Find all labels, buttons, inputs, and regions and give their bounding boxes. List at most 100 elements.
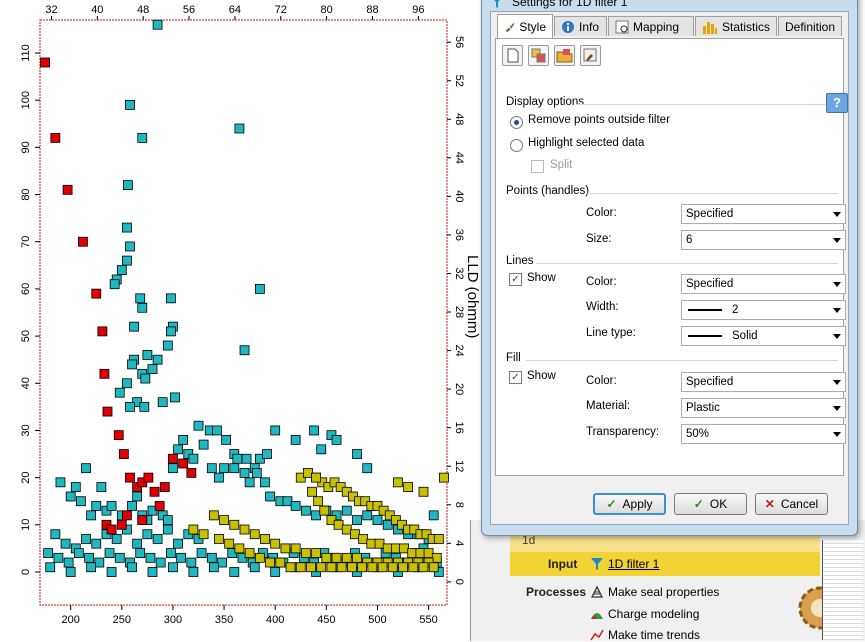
copy-style-button[interactable]	[528, 45, 549, 66]
fill-transparency-select[interactable]: 50%	[681, 424, 846, 444]
cancel-button[interactable]: ✕ Cancel	[755, 493, 828, 515]
divider	[576, 104, 836, 105]
process-item-trends[interactable]: Make time trends	[590, 628, 700, 642]
fill-color-select[interactable]: Specified	[681, 372, 846, 392]
data-point	[162, 340, 173, 351]
data-point	[352, 449, 362, 459]
x-top-tick-label: 56	[183, 4, 195, 16]
lines-show-label[interactable]: Show	[527, 272, 556, 284]
data-point	[307, 486, 317, 497]
lines-type-label: Line type:	[586, 327, 636, 339]
new-style-button[interactable]	[502, 45, 523, 66]
chevron-down-icon	[833, 308, 841, 313]
data-point	[162, 515, 173, 525]
data-point	[127, 359, 137, 370]
data-point	[352, 515, 362, 525]
lines-show-checkbox[interactable]: ✓	[509, 273, 522, 286]
apply-style-button[interactable]	[580, 45, 601, 66]
data-point	[104, 548, 115, 559]
input-value[interactable]: 1D filter 1	[590, 557, 659, 571]
dialog-title: Settings for 1D filter 1	[512, 0, 628, 9]
data-point	[244, 477, 255, 488]
x-tick-label: 250	[113, 614, 131, 626]
x-tick-label: 400	[266, 614, 284, 626]
data-point	[232, 453, 243, 464]
line-type-swatch	[688, 334, 722, 337]
data-point	[78, 236, 88, 247]
fill-show-checkbox[interactable]: ✓	[509, 371, 522, 384]
data-point	[300, 548, 311, 559]
data-point	[97, 326, 108, 337]
highlight-radio[interactable]	[510, 139, 523, 152]
tab-statistics[interactable]: Statistics	[695, 16, 777, 36]
process-item-charge[interactable]: Charge modeling	[590, 607, 699, 621]
lines-color-label: Color:	[586, 276, 617, 288]
data-point	[206, 463, 217, 474]
line-width-swatch	[688, 308, 722, 311]
data-point	[73, 548, 84, 559]
data-point	[224, 538, 235, 549]
data-point	[239, 468, 250, 478]
data-point	[372, 515, 383, 525]
data-point	[309, 425, 319, 436]
tab-info[interactable]: Info	[554, 16, 607, 36]
data-point	[251, 468, 262, 478]
remove-points-radio[interactable]	[510, 116, 523, 129]
fill-material-select[interactable]: Plastic	[681, 398, 846, 418]
lines-color-select[interactable]: Specified	[681, 274, 846, 294]
tab-style[interactable]: Style	[497, 14, 553, 38]
data-point	[168, 562, 178, 573]
seal-properties-icon	[590, 585, 604, 598]
data-point	[43, 548, 54, 559]
lines-type-select[interactable]: Solid	[681, 326, 846, 346]
fill-show-label[interactable]: Show	[527, 370, 556, 382]
data-point	[53, 552, 64, 563]
tab-label: Definition	[785, 19, 836, 34]
data-point	[165, 548, 176, 559]
ok-button[interactable]: ✓ OK	[674, 493, 747, 515]
split-checkbox[interactable]	[531, 160, 544, 173]
data-point	[159, 482, 170, 492]
data-point	[219, 515, 229, 525]
x-tick-label: 450	[317, 614, 335, 626]
time-trends-icon	[590, 629, 604, 641]
ok-label: OK	[709, 497, 728, 511]
data-point	[122, 378, 132, 389]
data-point	[331, 434, 342, 445]
points-color-select[interactable]: Specified	[681, 204, 846, 224]
highlight-label[interactable]: Highlight selected data	[528, 137, 644, 149]
data-point	[367, 562, 378, 573]
data-point	[147, 567, 158, 577]
data-point	[229, 567, 240, 577]
data-point	[62, 184, 73, 195]
help-icon[interactable]: ?	[826, 93, 848, 113]
lines-width-select[interactable]: 2	[681, 300, 846, 320]
data-point	[106, 501, 117, 511]
tab-definition[interactable]: Definition	[778, 16, 842, 36]
remove-points-label[interactable]: Remove points outside filter	[528, 114, 670, 126]
select-value: 2	[732, 304, 739, 316]
points-size-label: Size:	[586, 233, 612, 245]
y-tick-label: 30	[20, 424, 32, 436]
y-right-tick-label: 36	[453, 229, 465, 241]
points-size-select[interactable]: 6	[681, 230, 846, 250]
data-point	[336, 562, 347, 573]
data-point	[176, 552, 187, 563]
tab-mapping[interactable]: Mapping	[608, 16, 694, 36]
data-point	[260, 534, 270, 544]
open-style-button[interactable]	[554, 45, 575, 66]
data-point	[387, 562, 398, 573]
data-point	[418, 486, 429, 497]
data-point	[94, 557, 105, 568]
select-value: Solid	[732, 330, 758, 342]
y-tick-label: 50	[20, 330, 32, 342]
data-point	[168, 463, 178, 474]
data-point	[333, 519, 344, 530]
apply-button[interactable]: ✓ Apply	[593, 493, 666, 515]
data-point	[40, 57, 51, 68]
process-label: Make seal properties	[608, 585, 720, 599]
y-tick-label: 0	[20, 569, 32, 575]
data-point	[275, 557, 286, 568]
process-item-seal[interactable]: Make seal properties	[590, 585, 719, 599]
data-point	[407, 548, 418, 559]
